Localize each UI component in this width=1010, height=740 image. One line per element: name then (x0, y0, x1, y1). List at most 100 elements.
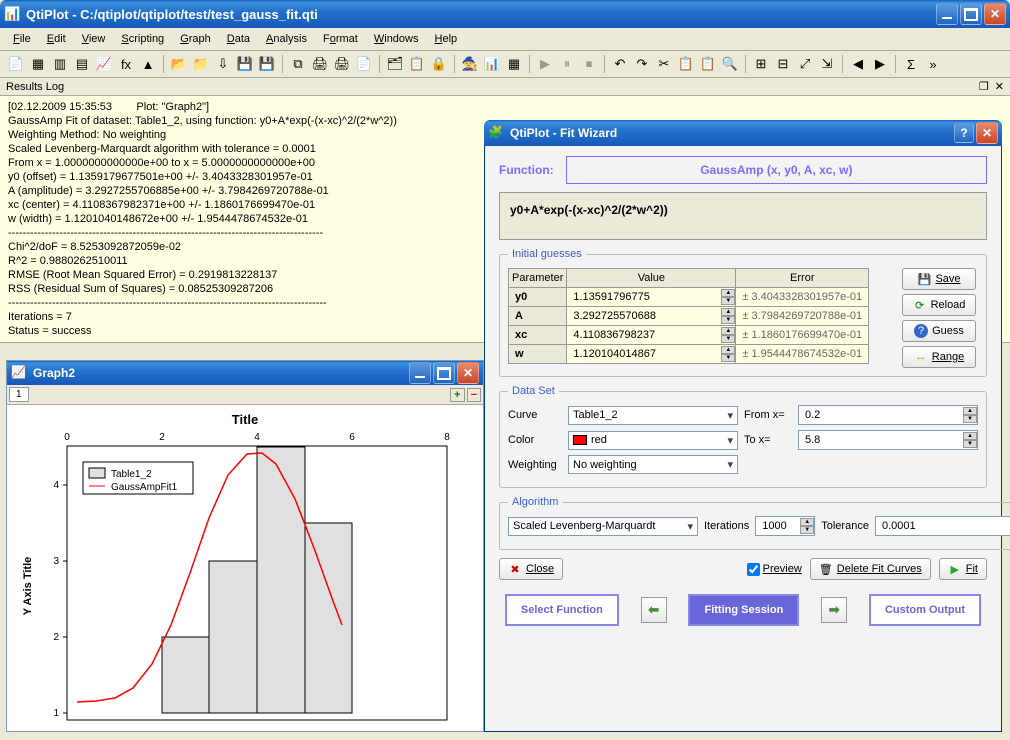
redo-icon[interactable]: ↷ (632, 54, 652, 74)
pause-icon[interactable]: ⏸ (557, 54, 577, 74)
resize-icon[interactable]: ⇲ (817, 54, 837, 74)
menu-view[interactable]: View (75, 31, 113, 47)
import-icon[interactable]: ⇩ (213, 54, 233, 74)
wizard-titlebar[interactable]: 🧩 QtiPlot - Fit Wizard ? (484, 120, 1002, 146)
results-icon[interactable]: 📋 (407, 54, 427, 74)
add-layer-icon[interactable]: + (450, 388, 464, 402)
param-w-down[interactable]: ▼ (721, 354, 735, 362)
moveleft-icon[interactable]: ◀ (848, 54, 868, 74)
copy-icon[interactable]: 📋 (676, 54, 696, 74)
menu-data[interactable]: Data (220, 31, 257, 47)
to-input[interactable] (799, 431, 963, 449)
maximize-button[interactable] (960, 3, 982, 25)
chart-legend[interactable]: Table1_2 GaussAmpFit1 (83, 462, 193, 494)
more-icon[interactable]: » (923, 54, 943, 74)
param-y0-value[interactable] (567, 288, 721, 306)
preview-checkbox[interactable]: Preview (747, 563, 802, 576)
fitting-session-button[interactable]: Fitting Session (688, 594, 799, 626)
new-func-icon[interactable]: fx (116, 54, 136, 74)
menu-windows[interactable]: Windows (367, 31, 426, 47)
param-y0-up[interactable]: ▲ (721, 289, 735, 297)
duplicate-icon[interactable]: ⧉ (288, 54, 308, 74)
save-icon[interactable]: 💾 (235, 54, 255, 74)
find-icon[interactable]: 🔍 (720, 54, 740, 74)
color-select[interactable]: red▾ (568, 431, 738, 450)
save-button[interactable]: 💾Save (902, 268, 976, 290)
from-input[interactable] (799, 406, 963, 424)
play-icon[interactable]: ▶ (535, 54, 555, 74)
curve-select[interactable]: Table1_2▾ (568, 406, 738, 425)
param-w-up[interactable]: ▲ (721, 346, 735, 354)
function-name-box[interactable]: GaussAmp (x, y0, A, xc, w) (566, 156, 987, 184)
print-icon[interactable]: 🖨 (310, 54, 330, 74)
graph-layer-tab[interactable]: 1 (9, 387, 29, 402)
wizard-icon[interactable]: 🧙 (460, 54, 480, 74)
param-a-down[interactable]: ▼ (721, 316, 735, 324)
menu-edit[interactable]: Edit (40, 31, 73, 47)
new-3d-icon[interactable]: ▲ (138, 54, 158, 74)
save-template-icon[interactable]: 💾 (257, 54, 277, 74)
sigma-icon[interactable]: Σ (901, 54, 921, 74)
new-table-icon[interactable]: ▦ (28, 54, 48, 74)
menu-graph[interactable]: Graph (173, 31, 218, 47)
open-icon[interactable]: 📂 (169, 54, 189, 74)
param-xc-value[interactable] (567, 326, 721, 344)
plot-icon[interactable]: 📊 (482, 54, 502, 74)
range-button[interactable]: ↔Range (902, 346, 976, 368)
param-xc-up[interactable]: ▲ (721, 327, 735, 335)
table-icon[interactable]: ▦ (504, 54, 524, 74)
undo-icon[interactable]: ↶ (610, 54, 630, 74)
results-undock-icon[interactable]: ❐ (979, 80, 989, 93)
weighting-select[interactable]: No weighting▾ (568, 455, 738, 474)
new-matrix-icon[interactable]: ▥ (50, 54, 70, 74)
layer-icon[interactable]: ⊞ (751, 54, 771, 74)
graph-minimize-button[interactable] (409, 362, 431, 384)
menu-analysis[interactable]: Analysis (259, 31, 314, 47)
custom-output-button[interactable]: Custom Output (869, 594, 981, 626)
tolerance-input[interactable] (876, 517, 1010, 535)
iterations-input[interactable] (756, 517, 800, 535)
select-function-button[interactable]: Select Function (505, 594, 619, 626)
graph-close-button[interactable] (457, 362, 479, 384)
graph-titlebar[interactable]: 📈 Graph2 (7, 361, 483, 385)
remove-layer-icon[interactable]: − (467, 388, 481, 402)
new-note-icon[interactable]: ▤ (72, 54, 92, 74)
graph-maximize-button[interactable] (433, 362, 455, 384)
new-graph-icon[interactable]: 📈 (94, 54, 114, 74)
print-preview-icon[interactable]: 🖨 (332, 54, 352, 74)
algorithm-select[interactable]: Scaled Levenberg-Marquardt▾ (508, 517, 698, 536)
graph-canvas[interactable]: Title 0 2 4 6 8 1 2 3 4 Y Axis Title (7, 405, 483, 727)
auto-icon[interactable]: ⤢ (795, 54, 815, 74)
menu-help[interactable]: Help (428, 31, 465, 47)
param-a-up[interactable]: ▲ (721, 308, 735, 316)
close-button[interactable]: ✖Close (499, 558, 563, 580)
open-template-icon[interactable]: 📁 (191, 54, 211, 74)
delete-fit-button[interactable]: 🗑Delete Fit Curves (810, 558, 931, 580)
guess-button[interactable]: ?Guess (902, 320, 976, 342)
param-y0-down[interactable]: ▼ (721, 297, 735, 305)
cut-icon[interactable]: ✂ (654, 54, 674, 74)
wizard-help-button[interactable]: ? (954, 123, 974, 143)
stop-icon[interactable]: ⏹ (579, 54, 599, 74)
param-xc-down[interactable]: ▼ (721, 335, 735, 343)
fit-button[interactable]: ▶Fit (939, 558, 987, 580)
new-project-icon[interactable]: 📄 (6, 54, 26, 74)
close-button[interactable] (984, 3, 1006, 25)
menu-scripting[interactable]: Scripting (114, 31, 171, 47)
export-pdf-icon[interactable]: 📄 (354, 54, 374, 74)
nav-prev-button[interactable]: ⬅ (641, 597, 667, 623)
moveright-icon[interactable]: ▶ (870, 54, 890, 74)
menu-format[interactable]: Format (316, 31, 365, 47)
results-close-icon[interactable]: ✕ (995, 80, 1004, 93)
param-a-value[interactable] (567, 307, 721, 325)
paste-icon[interactable]: 📋 (698, 54, 718, 74)
arrange-icon[interactable]: ⊟ (773, 54, 793, 74)
minimize-button[interactable] (936, 3, 958, 25)
menu-file[interactable]: File (6, 31, 38, 47)
reload-button[interactable]: ⟳Reload (902, 294, 976, 316)
wizard-close-button[interactable] (976, 122, 998, 144)
explorer-icon[interactable]: 🗂 (385, 54, 405, 74)
nav-next-button[interactable]: ➡ (821, 597, 847, 623)
param-w-value[interactable] (567, 345, 721, 363)
lock-icon[interactable]: 🔒 (429, 54, 449, 74)
